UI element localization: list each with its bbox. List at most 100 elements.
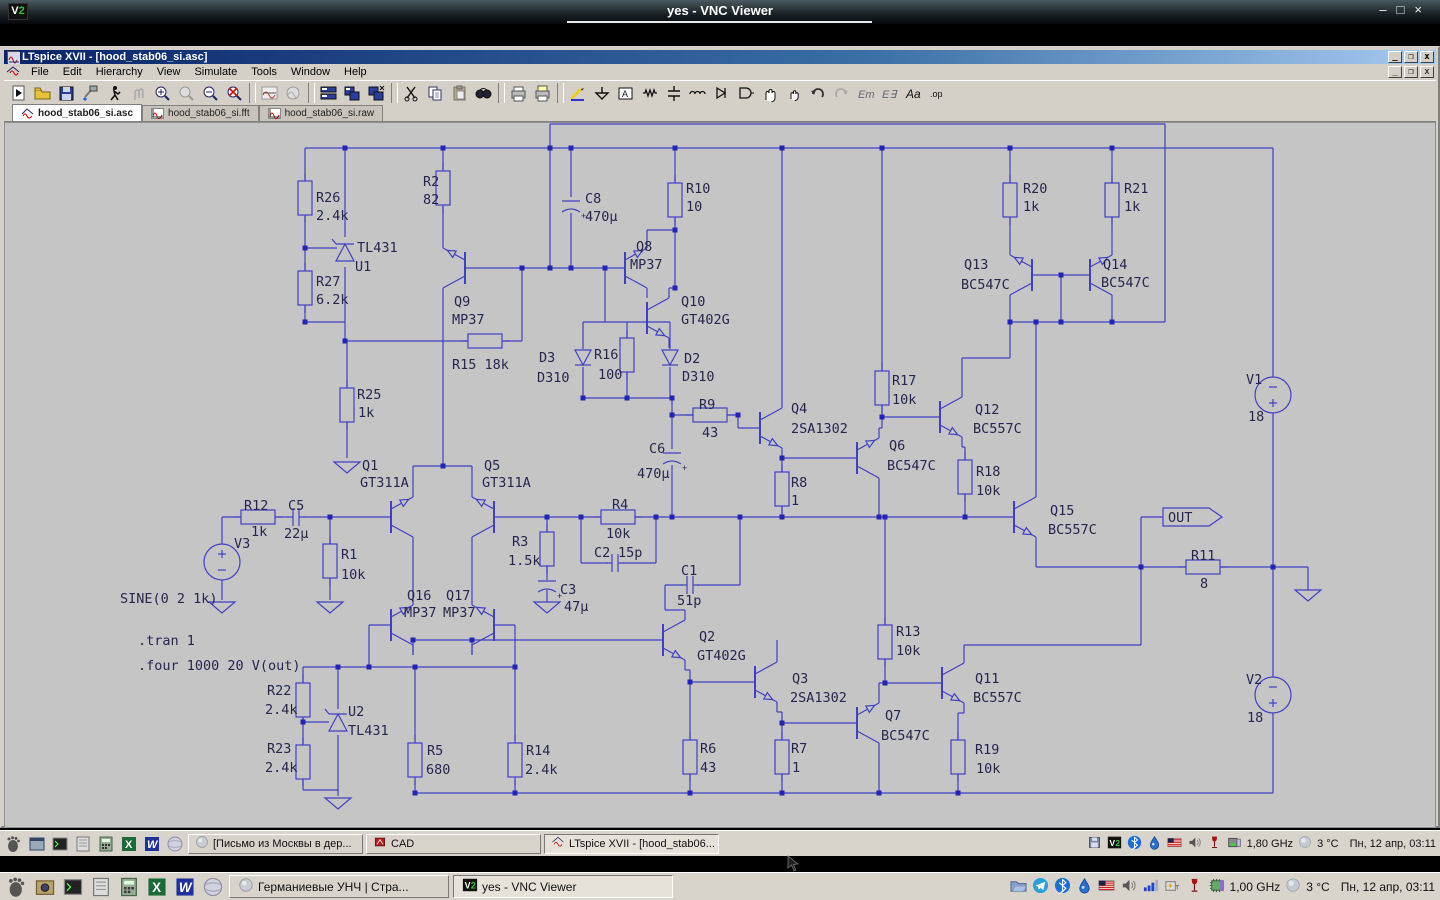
weather-icon[interactable] <box>1298 835 1312 852</box>
menu-tools[interactable]: Tools <box>244 65 284 79</box>
taskbar-button-ltspice-xvii-hood_stab06-[interactable]: LTspice XVII - [hood_stab06... <box>544 833 719 854</box>
menu-view[interactable]: View <box>150 65 188 79</box>
word-launcher-icon[interactable]: W <box>173 875 197 899</box>
taskbar-button-cad[interactable]: CAD <box>366 833 541 854</box>
toolbar-diode-button[interactable] <box>710 82 734 104</box>
terminal-launcher-icon[interactable] <box>50 834 70 854</box>
foot-launcher-icon[interactable] <box>5 875 29 899</box>
tray-wine-icon[interactable] <box>1207 835 1222 853</box>
toolbar-print-button[interactable] <box>507 82 531 104</box>
tray-folder-icon[interactable] <box>1010 877 1027 897</box>
tray-floppy-icon[interactable] <box>1087 835 1102 853</box>
toolbar-wire-button[interactable] <box>566 82 590 104</box>
ltspice-titlebar[interactable]: LTspice XVII - [hood_stab06_si.asc] _ ❐ … <box>4 50 1436 64</box>
schematic-canvas[interactable] <box>4 122 1436 828</box>
files-launcher-icon[interactable] <box>73 834 93 854</box>
menu-file[interactable]: File <box>24 65 56 79</box>
mdi-minimize-button[interactable]: _ <box>1388 66 1402 78</box>
toolbar-tile-vertical-button[interactable] <box>317 82 341 104</box>
toolbar-spice-directive-button[interactable]: .op <box>926 82 950 104</box>
tab-hood_stab06_si.fft[interactable]: hood_stab06_si.fft <box>142 105 259 121</box>
toolbar-edit-sim-cmd-button[interactable]: Em <box>854 82 878 104</box>
menu-window[interactable]: Window <box>284 65 337 79</box>
vnc-minimize-button[interactable]: – <box>1379 2 1396 17</box>
toolbar-component-button[interactable] <box>734 82 758 104</box>
tray-vnc-icon[interactable]: V2 <box>1107 835 1122 853</box>
toolbar-find-button[interactable] <box>472 82 496 104</box>
toolbar-open-button[interactable] <box>31 82 55 104</box>
mdi-restore-button[interactable]: ❐ <box>1404 66 1418 78</box>
ltspice-window-controls[interactable]: _ ❐ x <box>1388 51 1434 63</box>
menu-edit[interactable]: Edit <box>56 65 89 79</box>
word-launcher-icon[interactable]: W <box>142 834 162 854</box>
globe-launcher-icon[interactable] <box>165 834 185 854</box>
tray-us-flag-icon[interactable] <box>1098 877 1115 897</box>
calculator-launcher-icon[interactable] <box>117 875 141 899</box>
files-launcher-icon[interactable] <box>89 875 113 899</box>
remote-taskbar[interactable]: X W [Письмо из Москвы в дер... CAD LTspice X… <box>0 830 1440 856</box>
calculator-launcher-icon[interactable] <box>96 834 116 854</box>
toolbar-run-man-button[interactable] <box>103 82 127 104</box>
menu-hierarchy[interactable]: Hierarchy <box>89 65 150 79</box>
window-launcher-icon[interactable] <box>27 834 47 854</box>
toolbar-ground-button[interactable] <box>590 82 614 104</box>
tray-speaker-icon[interactable] <box>1187 835 1202 853</box>
taskbar-button--[interactable]: Германиевые УНЧ | Стра... <box>229 875 449 898</box>
tray-drop-icon[interactable] <box>1076 877 1093 897</box>
toolbar-zoom-in-button[interactable] <box>151 82 175 104</box>
toolbar-move-button[interactable] <box>758 82 782 104</box>
menu-help[interactable]: Help <box>337 65 374 79</box>
toolbar-waveform-button[interactable] <box>258 82 282 104</box>
toolbar-redo-button[interactable] <box>830 82 854 104</box>
menu-simulate[interactable]: Simulate <box>187 65 244 79</box>
ltspice-toolbar[interactable]: A Em E∃ Aa .op <box>4 80 1436 105</box>
toolbar-edit-netlist-button[interactable]: E∃ <box>878 82 902 104</box>
tray-cpu-chip-icon[interactable] <box>1208 877 1225 897</box>
ltspice-menubar[interactable]: File Edit Hierarchy View Simulate Tools Window… <box>4 64 1436 80</box>
vnc-close-button[interactable]: × <box>1414 2 1432 17</box>
tray-speaker-icon[interactable] <box>1120 877 1137 897</box>
ltspice-close-button[interactable]: x <box>1420 51 1434 63</box>
tray-signal-bars-icon[interactable] <box>1142 877 1159 897</box>
toolbar-zoom-full-button[interactable] <box>223 82 247 104</box>
tray-battery-icon[interactable] <box>1164 877 1181 897</box>
excel-launcher-icon[interactable]: X <box>119 834 139 854</box>
toolbar-waveform-pane-button[interactable] <box>282 82 306 104</box>
tray-drop-icon[interactable] <box>1147 835 1162 853</box>
ltspice-tabbar[interactable]: hood_stab06_si.asc hood_stab06_si.fft hood… <box>4 104 1436 122</box>
toolbar-capacitor-button[interactable] <box>662 82 686 104</box>
toolbar-tile-horizontal-button[interactable] <box>341 82 365 104</box>
local-taskbar[interactable]: X W Германиевые УНЧ | Стра... V 2 yes - VNC V… <box>0 872 1440 900</box>
toolbar-zoom-out-button[interactable] <box>199 82 223 104</box>
toolbar-zoom-back-button[interactable] <box>175 82 199 104</box>
tray-bluetooth-icon[interactable] <box>1127 835 1142 853</box>
toolbar-text-button[interactable]: Aa <box>902 82 926 104</box>
toolbar-resistor-button[interactable] <box>638 82 662 104</box>
tray-wine-icon[interactable] <box>1186 877 1203 897</box>
toolbar-inductor-button[interactable] <box>686 82 710 104</box>
tab-hood_stab06_si.raw[interactable]: hood_stab06_si.raw <box>258 105 384 121</box>
toolbar-label-net-button[interactable]: A <box>614 82 638 104</box>
toolbar-cascade-button[interactable] <box>365 82 389 104</box>
screenshot-launcher-icon[interactable] <box>33 875 57 899</box>
toolbar-paste-button[interactable] <box>448 82 472 104</box>
toolbar-undo-button[interactable] <box>806 82 830 104</box>
toolbar-save-button[interactable] <box>55 82 79 104</box>
toolbar-run-button[interactable] <box>7 82 31 104</box>
taskbar-button--[interactable]: [Письмо из Москвы в дер... <box>188 833 363 854</box>
foot-launcher-icon[interactable] <box>4 834 24 854</box>
excel-launcher-icon[interactable]: X <box>145 875 169 899</box>
vnc-maximize-button[interactable]: □ <box>1397 2 1415 17</box>
toolbar-print-preview-button[interactable] <box>531 82 555 104</box>
toolbar-cut-button[interactable] <box>400 82 424 104</box>
mdi-child-controls[interactable]: _ ❐ x <box>1388 66 1434 78</box>
ltspice-minimize-button[interactable]: _ <box>1388 51 1402 63</box>
tray-bluetooth-icon[interactable] <box>1054 877 1071 897</box>
vnc-window-controls[interactable]: –□× <box>1379 2 1432 17</box>
tray-telegram-icon[interactable] <box>1032 877 1049 897</box>
tray-us-flag-icon[interactable] <box>1167 835 1182 853</box>
toolbar-halt-button[interactable] <box>127 82 151 104</box>
terminal-launcher-icon[interactable] <box>61 875 85 899</box>
tab-hood_stab06_si.asc[interactable]: hood_stab06_si.asc <box>12 104 143 121</box>
ltspice-restore-button[interactable]: ❐ <box>1404 51 1418 63</box>
